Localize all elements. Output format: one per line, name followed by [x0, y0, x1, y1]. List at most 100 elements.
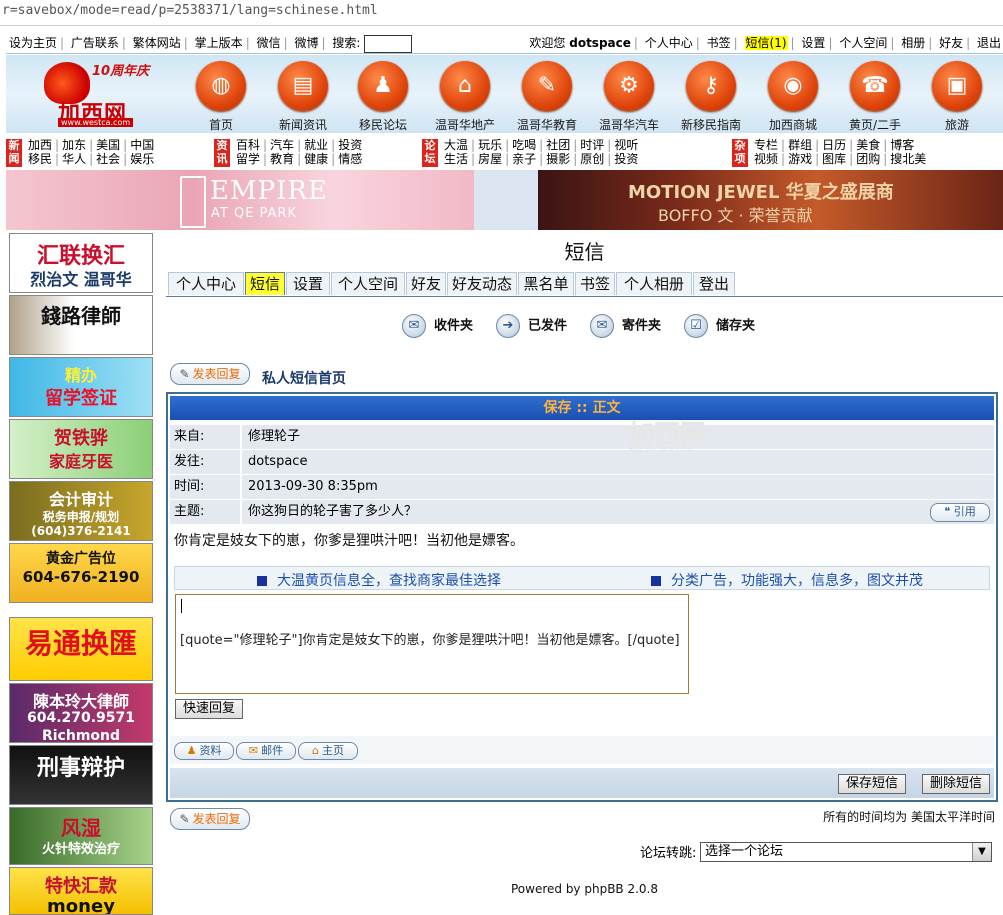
- friends-link[interactable]: 好友: [939, 36, 963, 50]
- email-button[interactable]: ✉ 邮件: [236, 742, 296, 760]
- category-link[interactable]: 吃喝: [512, 138, 536, 152]
- sidebar-ad-3[interactable]: 贺铁骅 家庭牙医: [9, 419, 153, 479]
- nav-item-7[interactable]: ◉ 加西商城: [754, 57, 832, 133]
- sidebar-ad-10[interactable]: 特快汇款moneyTT: [9, 867, 153, 915]
- tab-1[interactable]: 短信: [245, 272, 285, 295]
- folder-1[interactable]: ➔ 已发件: [496, 314, 567, 342]
- category-link[interactable]: 博客: [890, 138, 914, 152]
- wechat-link[interactable]: 微信: [257, 36, 281, 50]
- mobile-version-link[interactable]: 掌上版本: [195, 36, 243, 50]
- category-link[interactable]: 留学: [236, 152, 260, 166]
- forum-jump-select[interactable]: 选择一个论坛 ▼: [700, 842, 992, 862]
- category-link[interactable]: 大温: [444, 138, 468, 152]
- post-reply-button-bottom[interactable]: ✎ 发表回复: [170, 808, 250, 830]
- search-input[interactable]: [364, 34, 413, 53]
- nav-item-0[interactable]: ◍ 首页: [182, 57, 260, 133]
- category-link[interactable]: 视听: [614, 138, 638, 152]
- bookmarks-link[interactable]: 书签: [707, 36, 731, 50]
- category-link[interactable]: 房屋: [478, 152, 502, 166]
- album-link[interactable]: 相册: [901, 36, 925, 50]
- category-link[interactable]: 中国: [130, 138, 154, 152]
- nav-item-6[interactable]: ⚷ 新移民指南: [672, 57, 750, 133]
- category-link[interactable]: 移民: [28, 152, 52, 166]
- tab-5[interactable]: 好友动态: [447, 272, 517, 295]
- address-bar[interactable]: r=savebox/mode=read/p=2538371/lang=schin…: [0, 0, 1003, 26]
- breadcrumb[interactable]: 私人短信首页: [262, 368, 346, 388]
- traditional-site-link[interactable]: 繁体网站: [133, 36, 181, 50]
- category-link[interactable]: 投资: [614, 152, 638, 166]
- category-link[interactable]: 健康: [304, 152, 328, 166]
- category-link[interactable]: 百科: [236, 138, 260, 152]
- category-link[interactable]: 搜北美: [890, 152, 926, 166]
- category-link[interactable]: 情感: [338, 152, 362, 166]
- category-link[interactable]: 生活: [444, 152, 468, 166]
- site-logo[interactable]: 10周年庆 加西网 www.westca.com: [36, 58, 166, 130]
- category-link[interactable]: 华人: [62, 152, 86, 166]
- folder-2[interactable]: ✉ 寄件夹: [590, 314, 661, 342]
- sidebar-ad-4[interactable]: 会计审计 税务申报/规划 (604)376-2141: [9, 481, 153, 541]
- category-link[interactable]: 原创: [580, 152, 604, 166]
- category-link[interactable]: 亲子: [512, 152, 536, 166]
- folder-0[interactable]: ✉ 收件夹: [402, 314, 473, 342]
- promo-link-classifieds[interactable]: 分类广告，功能强大，信息多，图文并茂: [651, 570, 923, 590]
- sidebar-ad-9[interactable]: 风湿 火针特效治疗: [9, 807, 153, 865]
- tab-0[interactable]: 个人中心: [168, 272, 244, 295]
- folder-3[interactable]: ☑ 储存夹: [684, 314, 755, 342]
- banner-empire[interactable]: EMPIRE AT QE PARK: [6, 170, 474, 230]
- ad-contact-link[interactable]: 广告联系: [71, 36, 119, 50]
- settings-link[interactable]: 设置: [801, 36, 825, 50]
- sidebar-ad-8[interactable]: 刑事辩护: [9, 745, 153, 805]
- homepage-button[interactable]: ⌂ 主页: [298, 742, 358, 760]
- tab-9[interactable]: 登出: [693, 272, 735, 295]
- category-link[interactable]: 加东: [62, 138, 86, 152]
- post-reply-button-top[interactable]: ✎ 发表回复: [170, 363, 250, 385]
- tab-3[interactable]: 个人空间: [331, 272, 405, 295]
- category-link[interactable]: 社会: [96, 152, 120, 166]
- nav-item-1[interactable]: ▤ 新闻资讯: [264, 57, 342, 133]
- personal-space-link[interactable]: 个人空间: [839, 36, 887, 50]
- category-link[interactable]: 摄影: [546, 152, 570, 166]
- category-link[interactable]: 时评: [580, 138, 604, 152]
- save-message-button[interactable]: 保存短信: [838, 774, 906, 794]
- category-link[interactable]: 就业: [304, 138, 328, 152]
- user-center-link[interactable]: 个人中心: [645, 36, 693, 50]
- category-link[interactable]: 投资: [338, 138, 362, 152]
- logout-link[interactable]: 退出: [977, 36, 1001, 50]
- category-link[interactable]: 美国: [96, 138, 120, 152]
- category-link[interactable]: 图库: [822, 152, 846, 166]
- quote-button[interactable]: ❝ 引用: [930, 503, 990, 522]
- sidebar-ad-7[interactable]: 陳本玲大律師 604.270.9571 Richmond: [9, 683, 153, 743]
- nav-item-3[interactable]: ⌂ 温哥华地产: [426, 57, 504, 133]
- set-homepage-link[interactable]: 设为主页: [9, 36, 57, 50]
- category-link[interactable]: 加西: [28, 138, 52, 152]
- tab-6[interactable]: 黑名单: [518, 272, 574, 295]
- nav-item-8[interactable]: ☎ 黄页/二手: [836, 57, 914, 133]
- tab-7[interactable]: 书签: [575, 272, 615, 295]
- quick-reply-textarea[interactable]: [quote="修理轮子"]你肯定是妓女下的崽，你爹是狸哄汁吧！当初他是嫖客。[…: [175, 594, 689, 694]
- tab-2[interactable]: 设置: [286, 272, 330, 295]
- profile-button[interactable]: ♟ 资料: [174, 742, 234, 760]
- category-link[interactable]: 日历: [822, 138, 846, 152]
- promo-link-yellowpages[interactable]: 大温黄页信息全，查找商家最佳选择: [257, 570, 501, 590]
- quick-reply-button[interactable]: 快速回复: [175, 699, 243, 719]
- sidebar-ad-2[interactable]: 精办 留学签证: [9, 357, 153, 417]
- weibo-link[interactable]: 微博: [294, 36, 318, 50]
- category-link[interactable]: 美食: [856, 138, 880, 152]
- category-link[interactable]: 专栏: [754, 138, 778, 152]
- category-link[interactable]: 社团: [546, 138, 570, 152]
- category-link[interactable]: 娱乐: [130, 152, 154, 166]
- delete-message-button[interactable]: 删除短信: [922, 774, 990, 794]
- nav-item-5[interactable]: ⚙ 温哥华汽车: [590, 57, 668, 133]
- tab-8[interactable]: 个人相册: [616, 272, 692, 295]
- category-link[interactable]: 汽车: [270, 138, 294, 152]
- nav-item-4[interactable]: ✎ 温哥华教育: [508, 57, 586, 133]
- sidebar-ad-6[interactable]: 易通换匯: [9, 617, 153, 681]
- sidebar-ad-1[interactable]: 錢路律師: [9, 295, 153, 355]
- category-link[interactable]: 群组: [788, 138, 812, 152]
- sidebar-ad-0[interactable]: 汇联换汇 烈治文 温哥华: [9, 233, 153, 293]
- nav-item-2[interactable]: ♟ 移民论坛: [344, 57, 422, 133]
- tab-4[interactable]: 好友: [406, 272, 446, 295]
- category-link[interactable]: 视频: [754, 152, 778, 166]
- category-link[interactable]: 游戏: [788, 152, 812, 166]
- banner-jewel[interactable]: MOTION JEWEL 华夏之盛展商 BOFFO 文 · 荣誉贡献: [538, 170, 1003, 230]
